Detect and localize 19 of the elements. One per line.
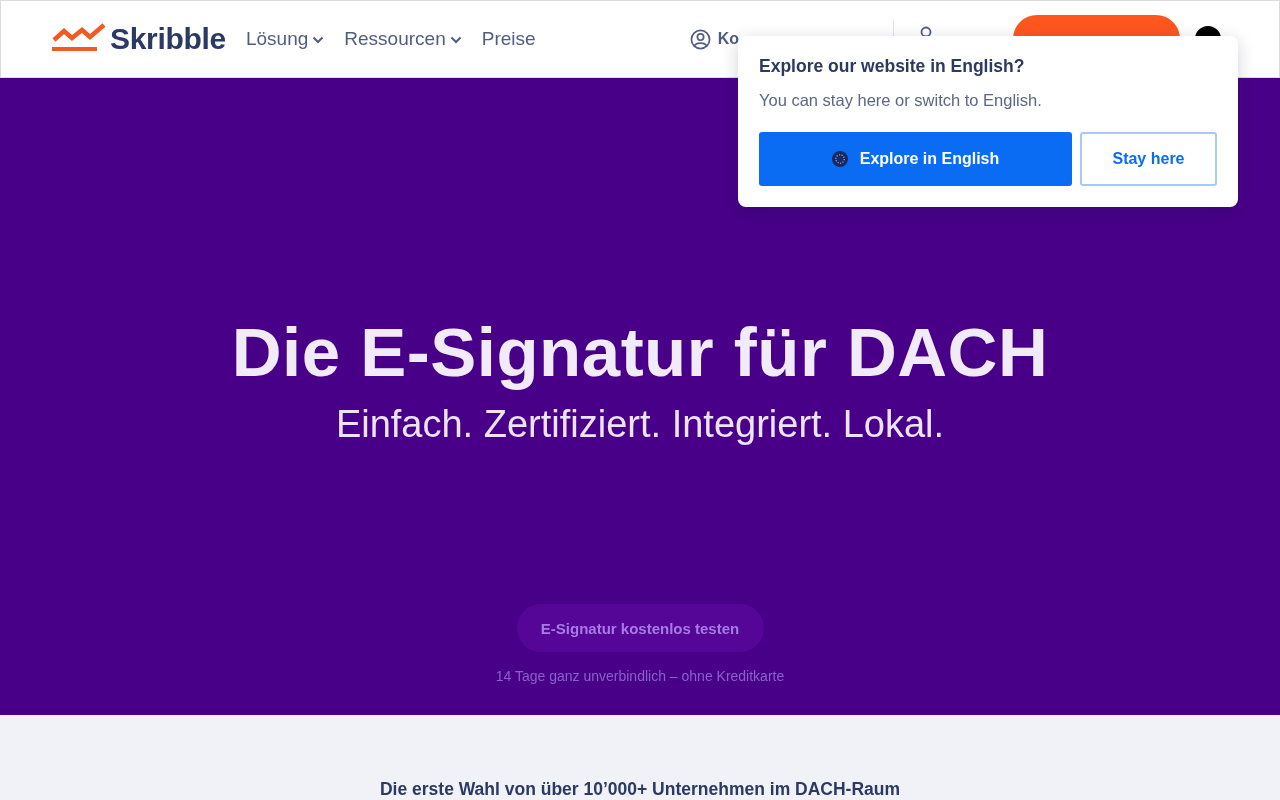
hero-subtitle: Einfach. Zertifiziert. Integriert. Lokal. — [335, 402, 945, 446]
dotted-ring-icon — [831, 151, 848, 167]
nav-link[interactable]: Ressourcen — [344, 28, 462, 50]
hero-note: 14 Tage ganz unverbindlich – ohne Kreditkarte — [495, 668, 785, 684]
logo-zigzag-icon — [52, 22, 106, 52]
section-heading: Die erste Wahl von über 10’000+ Unternehmen im DACH-Raum — [379, 779, 901, 799]
contact-link[interactable]: Ko — [689, 28, 739, 50]
logo-wordmark[interactable]: Skribble — [110, 22, 226, 56]
trial-button[interactable]: E-Signatur kostenlos testen — [516, 604, 764, 652]
nav-link[interactable]: Preise — [481, 28, 536, 50]
hero-title: Die E-Signatur für DACH — [231, 313, 1049, 393]
nav-link[interactable]: Lösung — [246, 28, 325, 50]
user-circle-icon — [689, 28, 711, 50]
popup-title: Explore our website in English? — [759, 55, 1026, 77]
chevron-down-icon — [312, 36, 325, 44]
chevron-down-icon — [449, 36, 462, 44]
explore-english-button[interactable]: Explore in English — [759, 132, 1072, 186]
stay-here-button[interactable]: Stay here — [1080, 132, 1217, 186]
popup-message: You can stay here or switch to English. — [759, 90, 1043, 110]
